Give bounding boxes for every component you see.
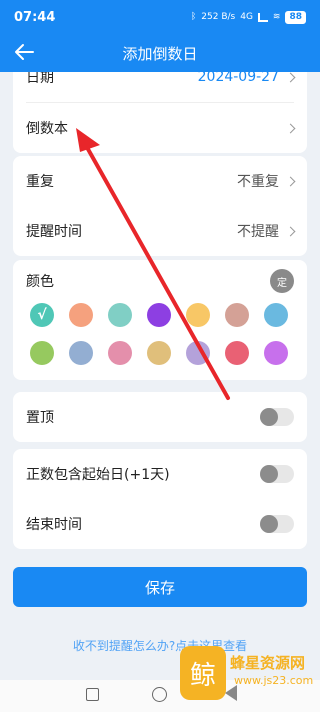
toggle-knob: [260, 465, 278, 483]
reminder-label: 提醒时间: [26, 224, 82, 240]
pin-label: 置顶: [26, 410, 54, 426]
header-overlay: 添加倒数日: [0, 34, 320, 72]
color-swatch[interactable]: [264, 341, 288, 365]
card-pin: 置顶: [13, 392, 307, 442]
signal-icon: [257, 12, 268, 22]
home-icon[interactable]: [152, 687, 167, 702]
include-start-label: 正数包含起始日(+1天): [26, 467, 170, 483]
net-speed: 252 B/s: [201, 12, 236, 22]
color-swatch[interactable]: [264, 303, 288, 327]
color-swatch[interactable]: [225, 341, 249, 365]
row-book[interactable]: 倒数本: [13, 103, 307, 153]
save-button[interactable]: 保存: [13, 567, 307, 607]
row-pin: 置顶: [13, 392, 307, 442]
color-swatch[interactable]: [69, 303, 93, 327]
bluetooth-icon: ᛒ: [190, 12, 197, 22]
network-type: 4G: [240, 12, 253, 22]
recent-apps-icon[interactable]: [86, 688, 99, 701]
chevron-right-icon: [285, 226, 296, 236]
color-swatch[interactable]: [147, 303, 171, 327]
watermark: 鲸 蜂星资源网 www.js23.com: [180, 640, 320, 710]
chevron-right-icon: [285, 72, 296, 82]
repeat-label: 重复: [26, 174, 54, 190]
color-label: 颜色: [26, 274, 54, 290]
color-swatch[interactable]: [147, 341, 171, 365]
chevron-right-icon: [285, 123, 296, 133]
status-icons: ᛒ 252 B/s 4G ≋ 88: [190, 10, 306, 24]
color-swatch[interactable]: [108, 303, 132, 327]
pin-toggle[interactable]: [260, 408, 294, 426]
end-time-label: 结束时间: [26, 517, 82, 533]
back-arrow-icon[interactable]: [12, 40, 36, 64]
row-repeat[interactable]: 重复 不重复: [13, 156, 307, 206]
chevron-right-icon: [285, 176, 296, 186]
watermark-title: 蜂星资源网: [230, 654, 306, 672]
custom-color-button[interactable]: 定: [270, 269, 294, 293]
color-swatch[interactable]: [30, 341, 54, 365]
color-swatch[interactable]: [186, 341, 210, 365]
wifi-icon: ≋: [272, 12, 281, 22]
row-include-start: 正数包含起始日(+1天): [13, 449, 307, 499]
battery-icon: 88: [285, 10, 306, 24]
row-reminder[interactable]: 提醒时间 不提醒: [13, 206, 307, 256]
reminder-value: 不提醒: [237, 224, 279, 240]
color-swatch[interactable]: [186, 303, 210, 327]
toggle-knob: [260, 408, 278, 426]
whale-logo-icon: 鲸: [180, 646, 226, 700]
book-label: 倒数本: [26, 121, 68, 137]
status-bar: 07:44 ᛒ 252 B/s 4G ≋ 88: [0, 0, 320, 34]
card-repeat-reminder: 重复 不重复 提醒时间 不提醒: [13, 156, 307, 256]
color-swatch[interactable]: [108, 341, 132, 365]
check-icon: √: [37, 307, 47, 323]
watermark-url: www.js23.com: [234, 674, 314, 687]
toggle-knob: [260, 515, 278, 533]
color-swatch[interactable]: [225, 303, 249, 327]
page-title: 添加倒数日: [122, 44, 198, 63]
color-swatch[interactable]: √: [30, 303, 54, 327]
repeat-value: 不重复: [237, 174, 279, 190]
card-colors: 颜色 定 √: [13, 260, 307, 380]
color-swatch[interactable]: [69, 341, 93, 365]
row-end-time: 结束时间: [13, 499, 307, 549]
end-time-toggle[interactable]: [260, 515, 294, 533]
status-time: 07:44: [14, 9, 56, 25]
card-count-options: 正数包含起始日(+1天) 结束时间: [13, 449, 307, 549]
include-start-toggle[interactable]: [260, 465, 294, 483]
